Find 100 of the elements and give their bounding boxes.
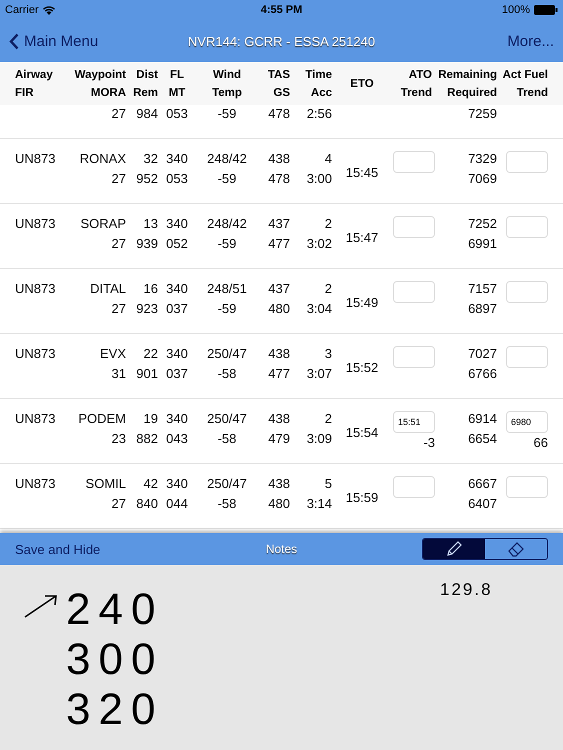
table-cell: 23 bbox=[112, 431, 126, 446]
table-cell: 923 bbox=[136, 301, 158, 316]
table-cell: 952 bbox=[136, 171, 158, 186]
column-header: Act Fuel bbox=[502, 68, 548, 80]
table-cell: 043 bbox=[166, 431, 188, 446]
table-cell: 3:04 bbox=[306, 301, 332, 316]
fuel-input-field[interactable]: 6980 bbox=[506, 411, 548, 433]
table-cell: 248/51 bbox=[207, 281, 247, 296]
ato-input-field[interactable]: 15:51 bbox=[393, 411, 435, 433]
column-header: GS bbox=[273, 86, 290, 98]
column-header: ATO bbox=[408, 68, 432, 80]
ato-input-field[interactable] bbox=[393, 281, 435, 303]
ato-input-field[interactable] bbox=[393, 151, 435, 173]
pencil-icon bbox=[445, 540, 463, 558]
table-cell: 438 bbox=[268, 346, 290, 361]
table-cell: -58 bbox=[218, 366, 236, 381]
wifi-icon bbox=[42, 6, 55, 14]
table-cell: 13 bbox=[144, 216, 158, 231]
table-cell: 250/47 bbox=[207, 346, 247, 361]
handwritten-number: 300 bbox=[66, 635, 164, 685]
table-cell: 437 bbox=[268, 216, 290, 231]
table-cell: 052 bbox=[166, 236, 188, 251]
table-cell: 3:07 bbox=[306, 366, 332, 381]
ato-input-field[interactable] bbox=[393, 476, 435, 498]
table-cell: 7027 bbox=[468, 346, 497, 361]
table-cell: UN873 bbox=[15, 281, 56, 296]
table-cell: 250/47 bbox=[207, 411, 247, 426]
table-cell: 882 bbox=[136, 431, 158, 446]
table-cell: 15:45 bbox=[346, 164, 378, 180]
more-button[interactable]: More... bbox=[507, 32, 554, 50]
table-cell: -58 bbox=[218, 431, 236, 446]
column-header: Remaining bbox=[438, 68, 497, 80]
ato-input-field[interactable] bbox=[393, 216, 435, 238]
table-cell: 2 bbox=[324, 281, 332, 296]
clock: 4:55 PM bbox=[260, 4, 302, 16]
table-cell: SOMIL bbox=[86, 476, 126, 491]
table-cell: 340 bbox=[166, 281, 188, 296]
table-cell: -59 bbox=[218, 106, 236, 121]
table-cell: 477 bbox=[268, 236, 290, 251]
table-cell: 7157 bbox=[468, 281, 497, 296]
handwritten-number: 129.8 bbox=[440, 580, 493, 600]
table-cell: 27 bbox=[112, 496, 126, 511]
table-cell: 6407 bbox=[468, 496, 497, 511]
fuel-input-field[interactable] bbox=[506, 216, 548, 238]
handwritten-number: 320 bbox=[66, 685, 164, 735]
table-cell: 437 bbox=[268, 281, 290, 296]
table-cell: 31 bbox=[112, 366, 126, 381]
column-header: Waypoint bbox=[74, 68, 126, 80]
fuel-input-field[interactable] bbox=[506, 281, 548, 303]
table-cell: -59 bbox=[218, 236, 236, 251]
table-cell: 3:00 bbox=[306, 171, 332, 186]
table-cell: 32 bbox=[144, 151, 158, 166]
column-header: FIR bbox=[15, 86, 34, 98]
fuel-input-field[interactable] bbox=[506, 151, 548, 173]
table-cell: 477 bbox=[268, 366, 290, 381]
table-cell: 16 bbox=[144, 281, 158, 296]
table-cell: SORAP bbox=[80, 216, 126, 231]
table-cell: 901 bbox=[136, 366, 158, 381]
table-cell: 2 bbox=[324, 411, 332, 426]
drawing-tool-toggle[interactable] bbox=[422, 538, 548, 560]
table-cell: EVX bbox=[100, 346, 126, 361]
table-cell: 7252 bbox=[468, 216, 497, 231]
fuel-input-field[interactable] bbox=[506, 476, 548, 498]
pencil-tool-button[interactable] bbox=[423, 539, 485, 559]
table-cell: UN873 bbox=[15, 216, 56, 231]
back-button[interactable]: Main Menu bbox=[9, 32, 98, 50]
table-cell: 66 bbox=[534, 435, 548, 450]
table-cell: 15:47 bbox=[346, 230, 378, 244]
table-cell: 479 bbox=[268, 431, 290, 446]
carrier-label: Carrier bbox=[5, 4, 39, 16]
table-cell: 2:56 bbox=[306, 106, 332, 121]
table-cell: 3:09 bbox=[306, 431, 332, 446]
fuel-input-field[interactable] bbox=[506, 346, 548, 368]
table-cell: 340 bbox=[166, 476, 188, 491]
flight-title: NVR144: GCRR - ESSA 251240 bbox=[188, 34, 376, 48]
table-cell: 478 bbox=[268, 171, 290, 186]
table-cell: 438 bbox=[268, 476, 290, 491]
column-header: Rem bbox=[133, 86, 158, 98]
battery-icon bbox=[534, 5, 558, 15]
table-cell: RONAX bbox=[80, 151, 126, 166]
table-cell: UN873 bbox=[15, 151, 56, 166]
battery-percent: 100% bbox=[502, 4, 530, 16]
table-cell: 053 bbox=[166, 171, 188, 186]
table-cell: PODEM bbox=[78, 411, 126, 426]
save-and-hide-button[interactable]: Save and Hide bbox=[15, 542, 100, 556]
notes-title: Notes bbox=[266, 542, 298, 556]
table-cell: 478 bbox=[268, 106, 290, 121]
column-header: Dist bbox=[136, 68, 158, 80]
column-header: Time bbox=[305, 68, 332, 80]
table-cell: 15:54 bbox=[346, 424, 378, 440]
table-cell: 037 bbox=[166, 301, 188, 316]
column-header: TAS bbox=[268, 68, 290, 80]
table-cell: 250/47 bbox=[207, 476, 247, 491]
notes-canvas[interactable]: 240 300 320 129.8 bbox=[0, 565, 563, 750]
column-header: Required bbox=[447, 86, 497, 98]
table-cell: 27 bbox=[112, 236, 126, 251]
table-cell: 27 bbox=[112, 301, 126, 316]
table-cell: 6667 bbox=[468, 476, 497, 491]
ato-input-field[interactable] bbox=[393, 346, 435, 368]
table-cell: 438 bbox=[268, 151, 290, 166]
